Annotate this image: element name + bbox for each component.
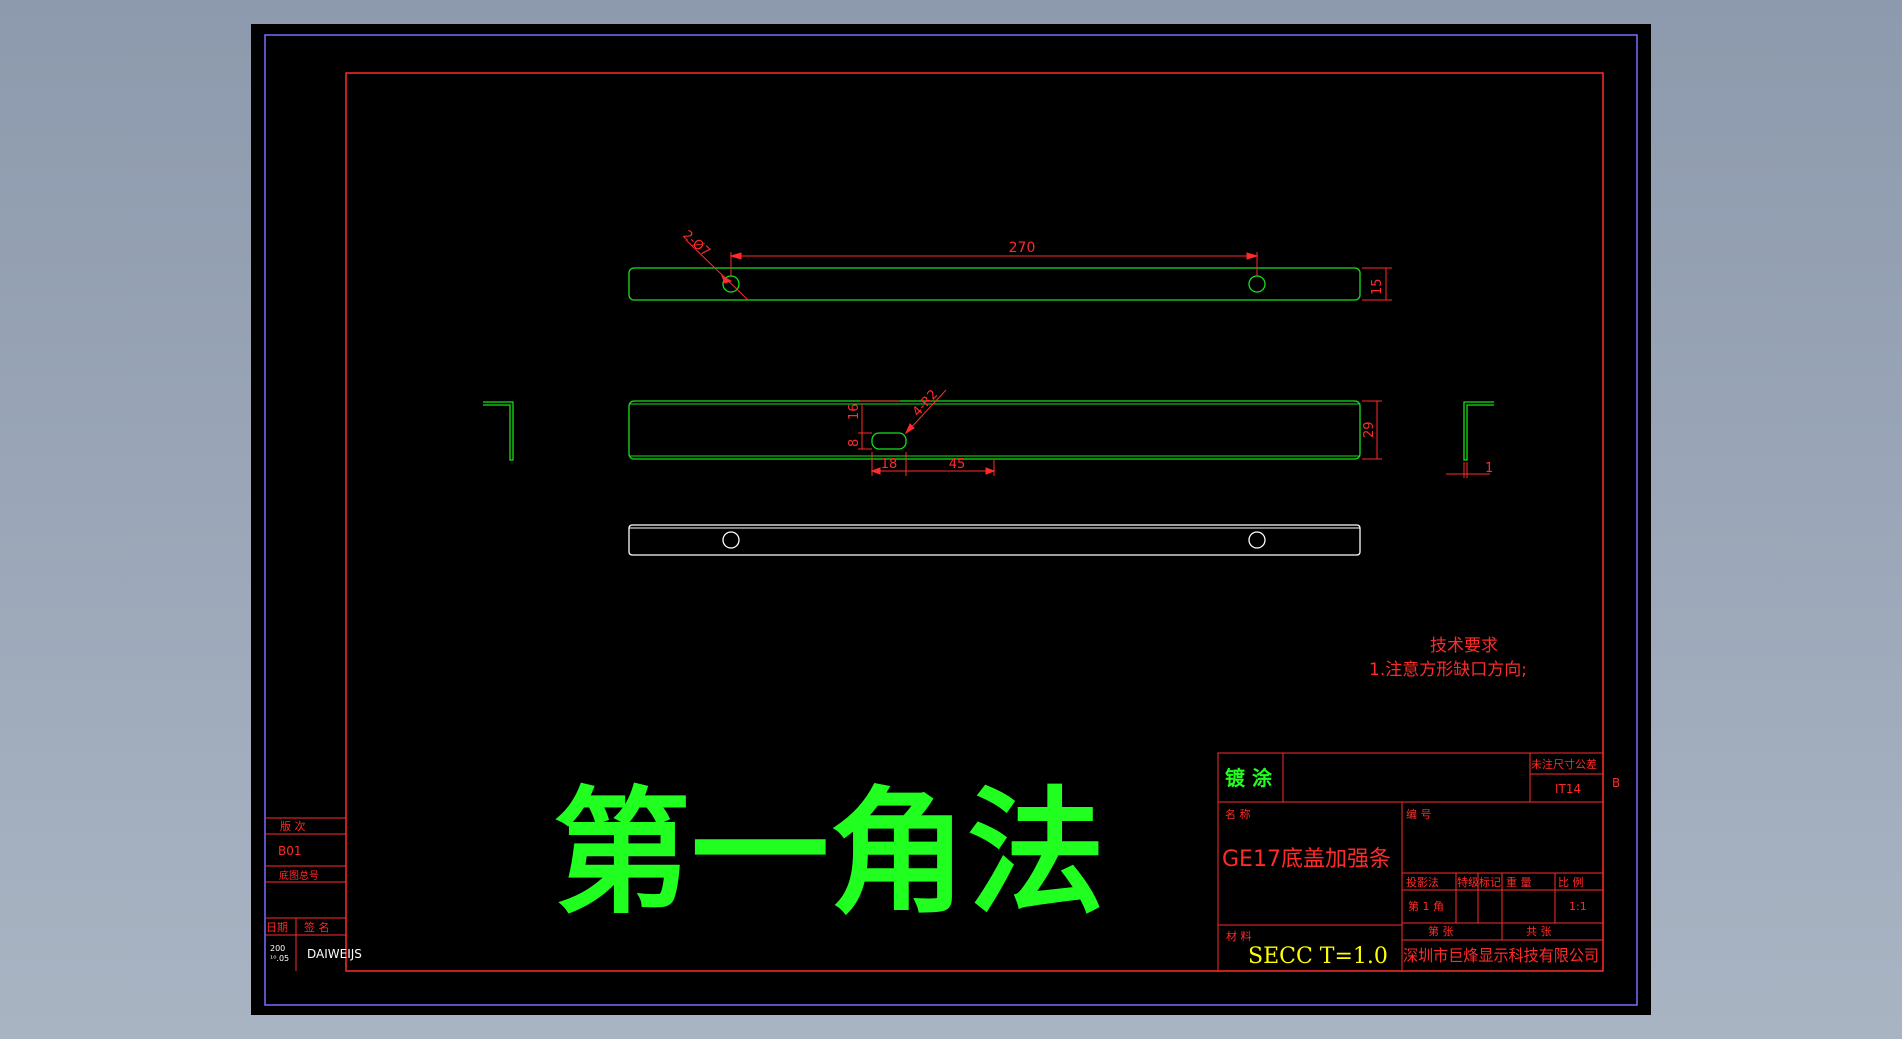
total-label: 共 张 <box>1526 925 1552 938</box>
signer-name: DAIWEIJS <box>307 947 362 961</box>
dim-thickness: 1 <box>1485 461 1493 476</box>
tech-requirements-item: 1.注意方形缺口方向; <box>1369 660 1527 680</box>
part-name: GE17底盖加强条 <box>1222 847 1391 872</box>
dim-notch-h2: 8 <box>847 439 862 447</box>
tolerance-value: IT14 <box>1555 782 1581 796</box>
date-label: 日期 <box>266 921 288 934</box>
projection-field-label: 投影法 <box>1406 875 1439 889</box>
sign-label: 签 名 <box>304 920 330 934</box>
weight-label: 重 量 <box>1506 875 1532 889</box>
sheet-label: 第 张 <box>1428 924 1454 938</box>
dim-height-front: 29 <box>1362 421 1377 438</box>
cad-viewport: 270 2-Ø7 15 4-R2 16 8 18 45 29 1 技术要求 1.… <box>251 24 1651 1015</box>
dim-notch-h1: 16 <box>847 403 862 420</box>
material-value: SECC T=1.0 <box>1248 944 1388 969</box>
date-value-year: 200 <box>270 944 285 953</box>
date-value-day: ¹⁰.05 <box>270 954 289 963</box>
dim-notch-width: 18 <box>881 457 898 472</box>
revision-mark: B <box>1612 776 1620 790</box>
tolerance-label: 未注尺寸公差 <box>1531 757 1597 771</box>
name-label: 名 称 <box>1225 807 1251 821</box>
version-label: 版 次 <box>280 819 306 833</box>
dim-height-top: 15 <box>1370 278 1385 295</box>
dim-hole-spacing: 270 <box>1009 240 1036 256</box>
version-value: B01 <box>278 844 302 858</box>
scale-label: 比 例 <box>1558 875 1584 889</box>
mark-label: 特级标记 <box>1457 875 1501 889</box>
drawing-no-label: 底图总号 <box>279 869 319 882</box>
material-label: 材 料 <box>1226 929 1252 943</box>
projection-method-label: 第一角法 <box>553 773 1105 933</box>
projection-value: 第 1 角 <box>1408 899 1444 913</box>
dim-notch-offset: 45 <box>949 457 966 472</box>
number-label: 编 号 <box>1406 807 1432 821</box>
company-name: 深圳市巨烽显示科技有限公司 <box>1403 946 1599 965</box>
tech-requirements-title: 技术要求 <box>1430 636 1498 656</box>
coating-label: 镀 涂 <box>1225 766 1273 790</box>
scale-value: 1:1 <box>1569 900 1587 913</box>
